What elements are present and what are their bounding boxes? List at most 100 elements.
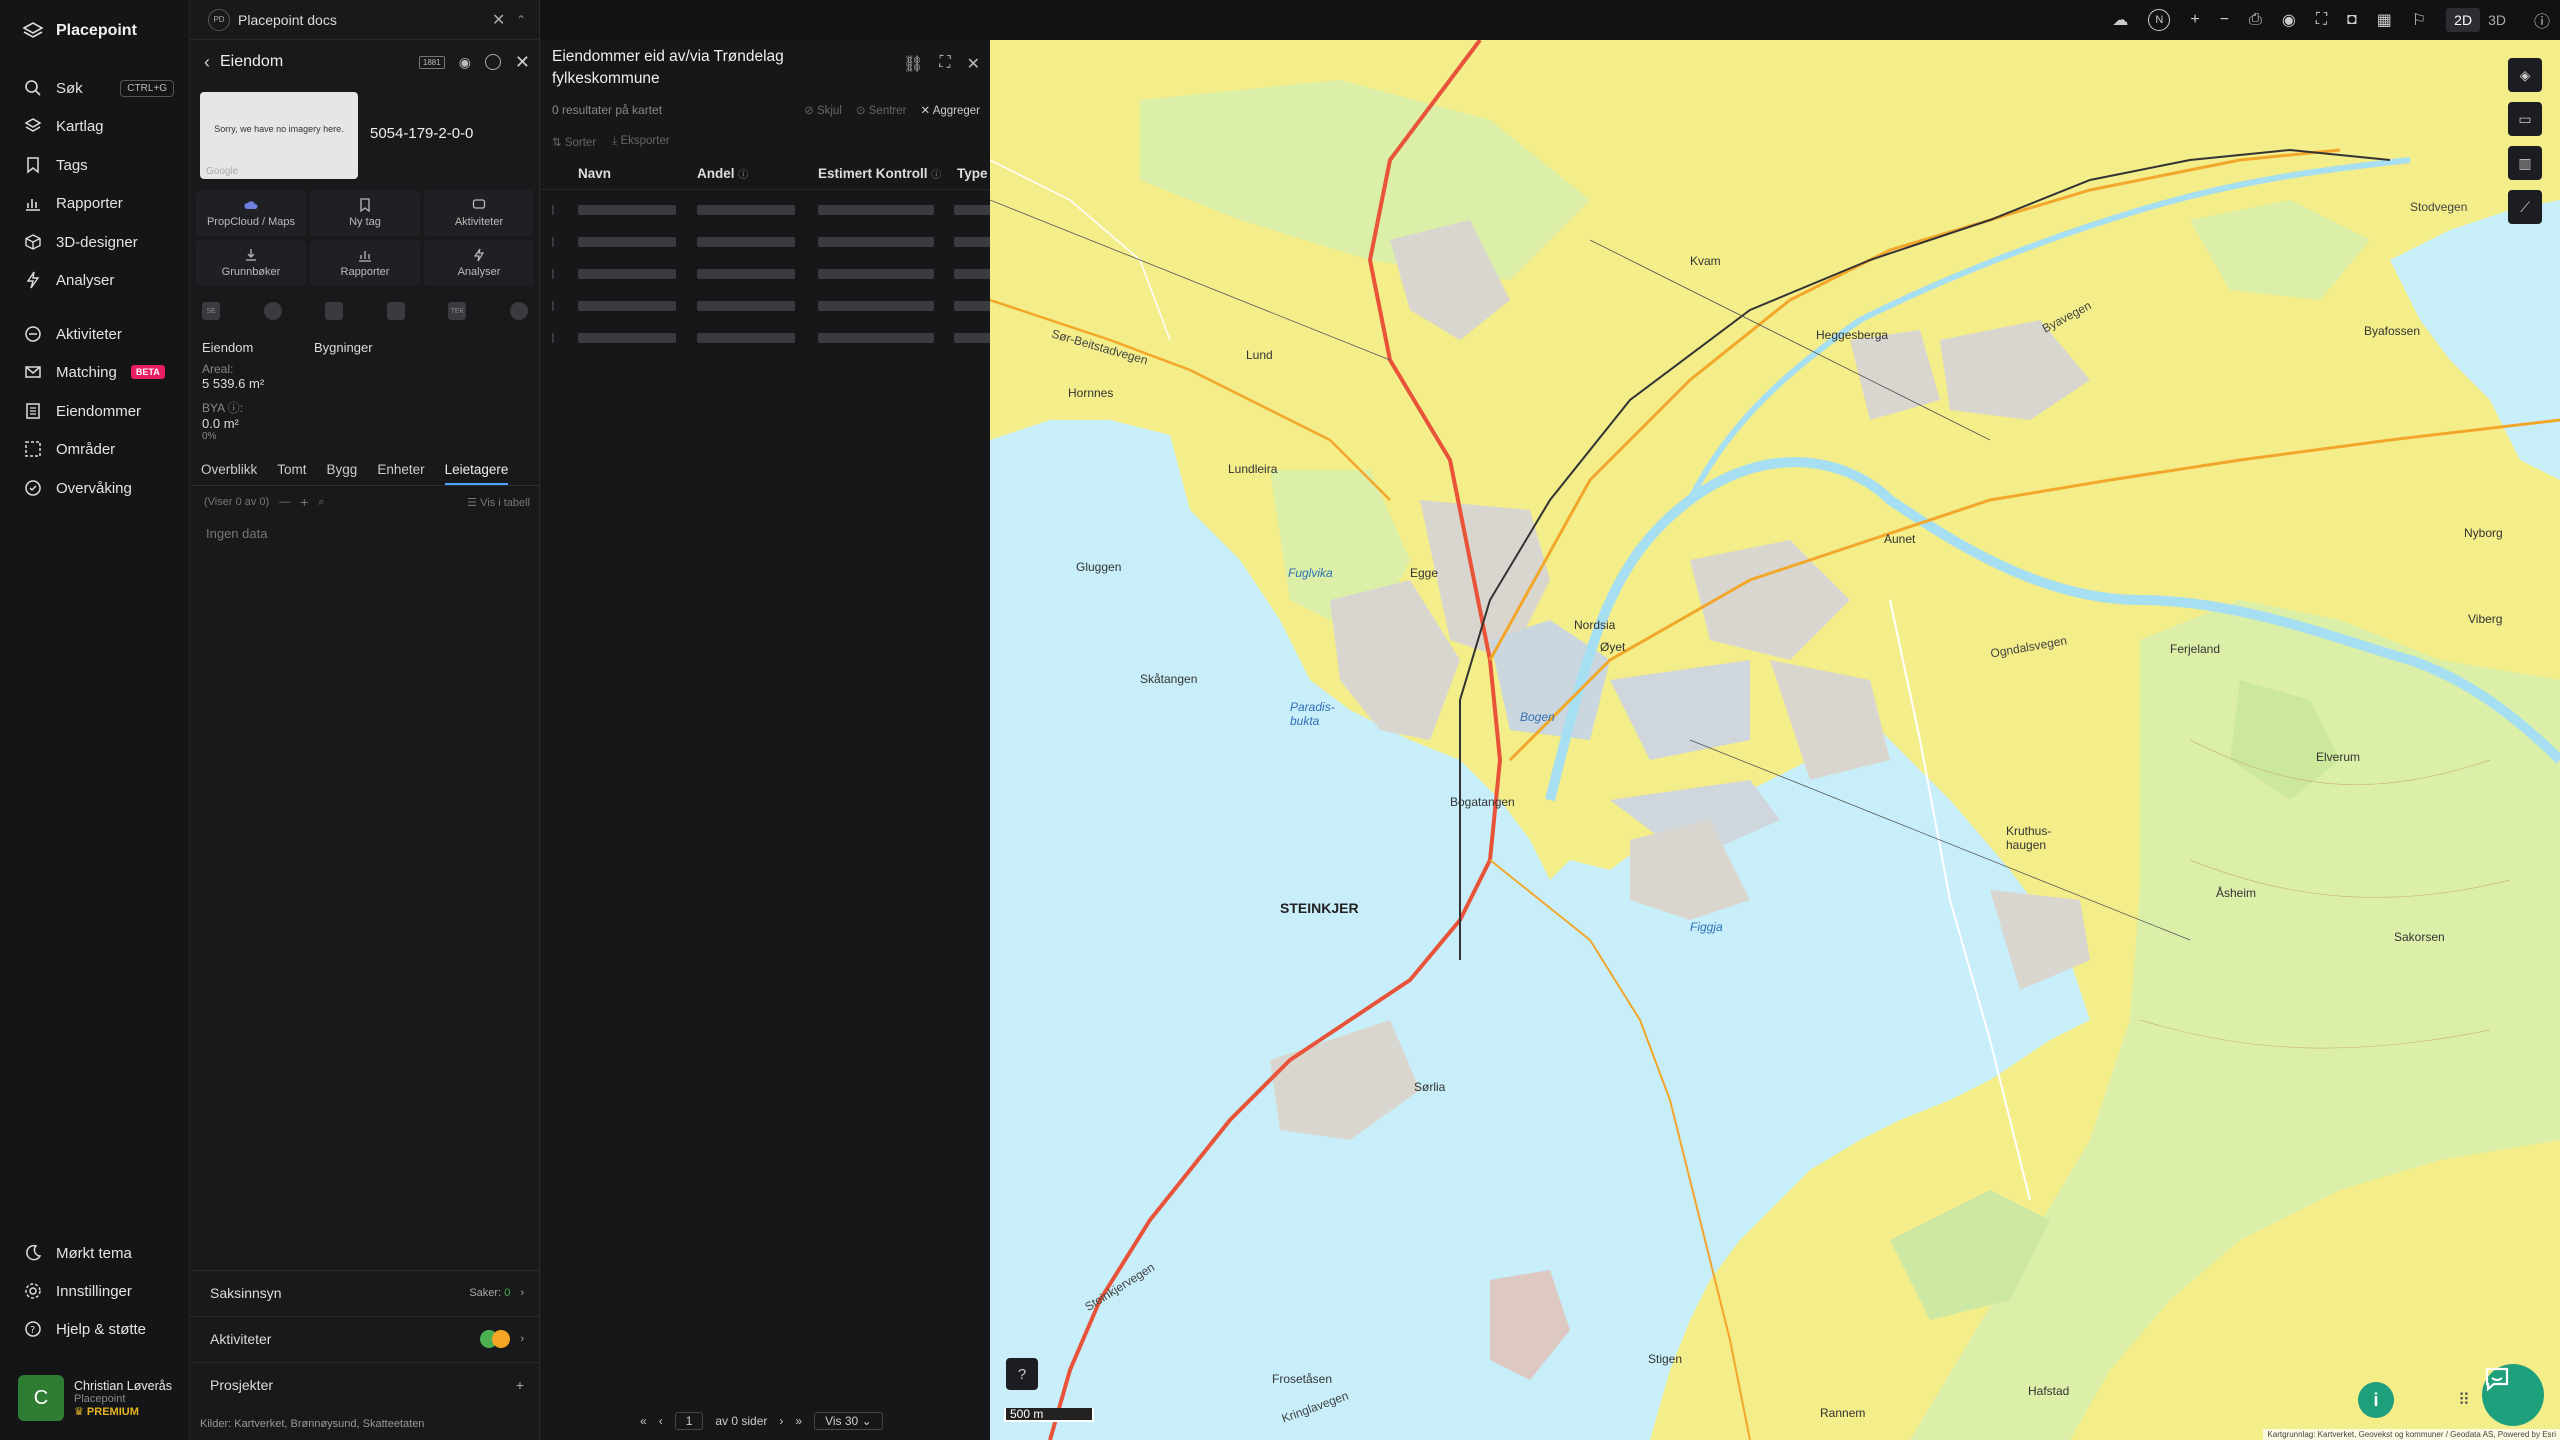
col-navn[interactable]: Navn <box>578 166 611 181</box>
map-layers-control[interactable]: ◈ <box>2508 58 2542 92</box>
subtab-bygg[interactable]: Bygg <box>327 458 358 485</box>
last-page-icon[interactable]: » <box>795 1414 802 1428</box>
stairs-icon[interactable] <box>386 302 405 320</box>
eye-icon[interactable]: ◉ <box>2282 10 2296 30</box>
close-icon[interactable]: ✕ <box>967 54 980 74</box>
aktiviteter-row[interactable]: Aktiviteter › <box>190 1316 540 1360</box>
expand-icon[interactable]: ⛶ <box>939 54 950 74</box>
prosjekter-row[interactable]: Prosjekter + <box>190 1362 540 1406</box>
source-link[interactable]: Skatteetaten <box>363 1418 425 1430</box>
subtab-leietagere[interactable]: Leietagere <box>444 458 509 485</box>
nav-item-matching[interactable]: Matching BETA <box>24 356 174 388</box>
nav-item-kartlag[interactable]: Kartlag <box>24 110 174 142</box>
map-help-button[interactable]: ? <box>1006 1358 1038 1390</box>
info-icon[interactable]: ⓘ <box>2534 8 2550 32</box>
tab-bygninger[interactable]: Bygninger <box>314 340 373 355</box>
map-info-button[interactable]: i <box>2358 1382 2394 1418</box>
close-icon[interactable]: ✕ <box>492 10 505 30</box>
map-measure-control[interactable]: ⟋ <box>2508 190 2542 224</box>
nav-item-dark-theme[interactable]: Mørkt tema <box>24 1237 174 1269</box>
activities-button[interactable]: Aktiviteter <box>424 190 534 236</box>
nav-item-tags[interactable]: Tags <box>24 149 174 181</box>
zoom-in-icon[interactable]: + <box>2190 11 2199 29</box>
compass-icon[interactable]: N <box>2148 9 2171 31</box>
saksinnsyn-row[interactable]: Saksinnsyn Saker: 0 › <box>190 1270 540 1314</box>
chevron-updown-icon[interactable]: ⌃ <box>516 13 526 27</box>
search-icon[interactable]: ⌕ <box>318 496 324 509</box>
nav-item-omrader[interactable]: Områder <box>24 433 174 465</box>
user-profile[interactable]: C Christian Løverås Placepoint ♛ PREMIUM <box>18 1373 183 1423</box>
tek-icon[interactable]: TEK <box>448 302 467 320</box>
nav-item-rapporter[interactable]: Rapporter <box>24 187 174 219</box>
center-button[interactable]: ⊙ Sentrer <box>856 103 907 117</box>
nav-label: Matching <box>56 363 117 381</box>
grid-icon[interactable]: ▦ <box>2377 10 2392 30</box>
per-page-select[interactable]: Vis 30 ⌄ <box>814 1412 883 1430</box>
plus-icon[interactable]: + <box>300 494 308 510</box>
grunnboker-button[interactable]: Grunnbøker <box>196 240 306 286</box>
chat-button[interactable] <box>2482 1364 2544 1426</box>
page-input[interactable]: 1 <box>674 1412 704 1430</box>
aggregate-button[interactable]: ✕ Aggreger <box>920 103 980 117</box>
minus-icon[interactable]: — <box>279 496 290 508</box>
mode-3d-button[interactable]: 3D <box>2480 8 2514 32</box>
nav-item-help[interactable]: ? Hjelp & støtte <box>24 1313 174 1345</box>
mode-2d-button[interactable]: 2D <box>2446 8 2481 32</box>
target-icon[interactable] <box>484 54 501 70</box>
propcloud-button[interactable]: PropCloud / Maps <box>196 190 306 236</box>
doc-tab[interactable]: PD Placepoint docs ✕ ⌃ <box>190 0 540 40</box>
nav-item-3d-designer[interactable]: 3D-designer <box>24 226 174 258</box>
map-canvas[interactable]: STEINKJER Sør-Beitstadvegen Stodvegen Og… <box>990 40 2560 1440</box>
print-icon[interactable]: ⎙ <box>2249 11 2262 29</box>
plan-label: PREMIUM <box>86 1405 139 1418</box>
zoom-out-icon[interactable]: − <box>2220 11 2229 29</box>
nav-item-analyser[interactable]: Analyser <box>24 264 174 296</box>
hide-button[interactable]: ⊘ Skjul <box>804 103 842 117</box>
prev-page-icon[interactable]: ‹ <box>659 1414 663 1428</box>
col-type[interactable]: Type <box>957 166 988 181</box>
nav-item-sok[interactable]: Søk CTRL+G <box>24 72 174 104</box>
bookmark-icon[interactable]: ⚐ <box>2412 10 2426 30</box>
col-andel[interactable]: Andel ⓘ <box>697 166 748 181</box>
sort-button[interactable]: ⇅ Sorter <box>552 135 596 149</box>
badge-1881-icon[interactable]: 1881 <box>418 55 445 69</box>
next-page-icon[interactable]: › <box>779 1414 783 1428</box>
map-label-place: Rannem <box>1820 1406 1866 1420</box>
col-kontroll[interactable]: Estimert Kontroll ⓘ <box>818 166 941 181</box>
subtab-overblikk[interactable]: Overblikk <box>201 458 257 485</box>
subtab-enheter[interactable]: Enheter <box>377 458 424 485</box>
eye-icon[interactable]: ◉ <box>459 54 471 71</box>
nav-item-overvaking[interactable]: Overvåking <box>24 472 174 504</box>
export-button[interactable]: ⤓ Eksporter <box>612 135 670 149</box>
plant-icon[interactable] <box>325 302 344 320</box>
tab-eiendom[interactable]: Eiendom <box>202 340 253 355</box>
cloud-icon[interactable]: ☁ <box>2112 10 2128 30</box>
plus-icon[interactable]: + <box>516 1377 524 1393</box>
fullscreen-icon[interactable]: ⛶ <box>2316 11 2327 29</box>
analyses-button[interactable]: Analyser <box>424 240 534 286</box>
table-row <box>552 237 1002 247</box>
brand[interactable]: Placepoint <box>22 20 137 42</box>
first-page-icon[interactable]: « <box>640 1414 647 1428</box>
table-view-button[interactable]: ☰ Vis i tabell <box>467 496 530 509</box>
camera-icon[interactable]: ◘ <box>2347 11 2357 29</box>
source-link[interactable]: Brønnøysund, <box>291 1418 360 1430</box>
link-icon[interactable]: ⛓ <box>903 54 923 74</box>
back-icon[interactable]: ‹ <box>204 52 210 73</box>
triangle-icon[interactable] <box>509 302 528 320</box>
map-chart-control[interactable]: ▥ <box>2508 146 2542 180</box>
nav-item-eiendommer[interactable]: Eiendommer <box>24 395 174 427</box>
new-tag-button[interactable]: Ny tag <box>310 190 420 236</box>
globe-icon[interactable] <box>263 302 282 320</box>
nav-item-settings[interactable]: Innstillinger <box>24 1275 174 1307</box>
drag-handle-icon[interactable]: ⠿ <box>2458 1390 2470 1410</box>
map-label-water: Bogen <box>1520 710 1555 724</box>
close-icon[interactable]: ✕ <box>515 52 530 73</box>
reports-button[interactable]: Rapporter <box>310 240 420 286</box>
source-link[interactable]: Kartverket, <box>234 1418 287 1430</box>
subtab-tomt[interactable]: Tomt <box>277 458 306 485</box>
property-imagery[interactable]: Sorry, we have no imagery here. Google <box>200 92 358 179</box>
map-legend-control[interactable]: ▭ <box>2508 102 2542 136</box>
se-icon[interactable]: SE <box>202 302 220 320</box>
nav-item-aktiviteter[interactable]: Aktiviteter <box>24 318 174 350</box>
